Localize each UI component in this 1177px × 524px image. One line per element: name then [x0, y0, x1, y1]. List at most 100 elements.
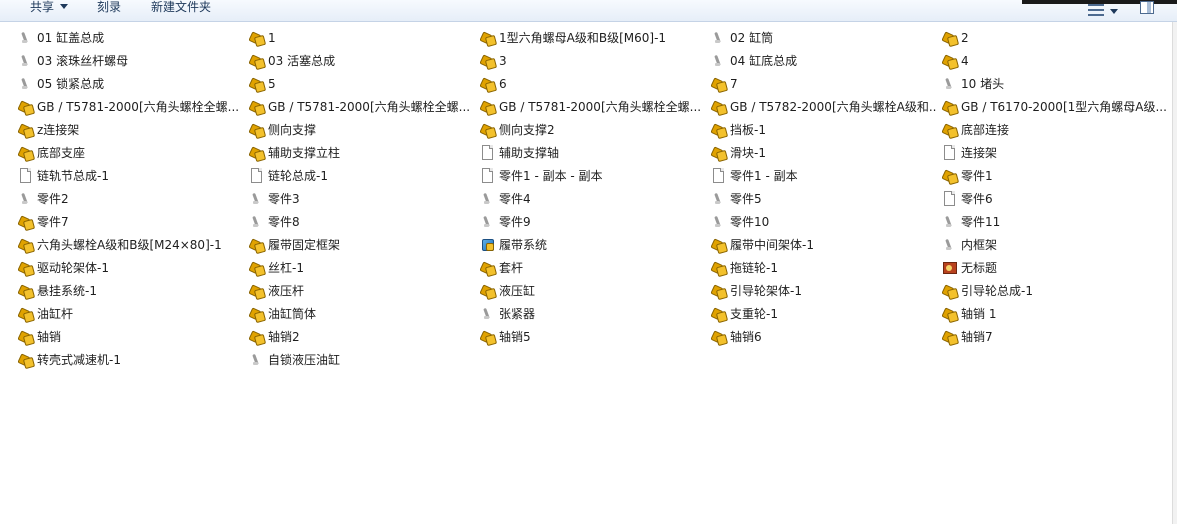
file-item[interactable]: GB / T6170-2000[1型六角螺母A级... — [942, 97, 1168, 117]
file-item[interactable]: 零件11 — [942, 212, 1168, 232]
file-item[interactable]: 链轮总成-1 — [249, 166, 475, 186]
file-item[interactable]: 连接架 — [942, 143, 1168, 163]
file-item[interactable]: 转壳式减速机-1 — [18, 350, 244, 370]
part-file-icon — [711, 53, 727, 69]
file-item[interactable]: 六角头螺栓A级和B级[M24×80]-1 — [18, 235, 244, 255]
file-item[interactable]: 轴销 1 — [942, 304, 1168, 324]
file-item[interactable]: 零件1 — [942, 166, 1168, 186]
file-item[interactable]: 7 — [711, 74, 937, 94]
file-item[interactable]: GB / T5782-2000[六角头螺栓A级和... — [711, 97, 937, 117]
file-item[interactable]: 04 缸底总成 — [711, 51, 937, 71]
file-item[interactable]: 支重轮-1 — [711, 304, 937, 324]
assembly-file-icon — [249, 306, 265, 322]
assembly-file-icon — [942, 53, 958, 69]
assembly-file-icon — [480, 122, 496, 138]
file-item[interactable]: 履带中间架体-1 — [711, 235, 937, 255]
file-item[interactable]: 悬挂系统-1 — [18, 281, 244, 301]
file-item[interactable]: GB / T5781-2000[六角头螺栓全螺... — [249, 97, 475, 117]
file-item[interactable]: 套杆 — [480, 258, 706, 278]
file-item[interactable]: 零件4 — [480, 189, 706, 209]
file-item[interactable]: 轴销5 — [480, 327, 706, 347]
file-item[interactable]: 零件6 — [942, 189, 1168, 209]
document-file-icon — [942, 145, 958, 161]
file-item[interactable]: 拖链轮-1 — [711, 258, 937, 278]
preview-pane-icon[interactable] — [1140, 1, 1154, 14]
file-item[interactable]: 3 — [480, 51, 706, 71]
file-item[interactable]: 1型六角螺母A级和B级[M60]-1 — [480, 28, 706, 48]
assembly-file-icon — [480, 283, 496, 299]
file-item[interactable]: 5 — [249, 74, 475, 94]
file-item[interactable]: 零件1 - 副本 — [711, 166, 937, 186]
file-item[interactable]: 底部连接 — [942, 120, 1168, 140]
file-item[interactable]: 零件7 — [18, 212, 244, 232]
file-item[interactable]: 6 — [480, 74, 706, 94]
file-item[interactable]: 零件8 — [249, 212, 475, 232]
file-item[interactable]: 滑块-1 — [711, 143, 937, 163]
file-item[interactable]: 油缸杆 — [18, 304, 244, 324]
file-item[interactable]: 液压缸 — [480, 281, 706, 301]
file-item[interactable]: 履带系统 — [480, 235, 706, 255]
file-item[interactable]: GB / T5781-2000[六角头螺栓全螺... — [480, 97, 706, 117]
file-item[interactable]: 03 滚珠丝杆螺母 — [18, 51, 244, 71]
file-item[interactable]: 链轨节总成-1 — [18, 166, 244, 186]
part-file-icon — [480, 214, 496, 230]
file-item[interactable]: 02 缸筒 — [711, 28, 937, 48]
file-name: z连接架 — [37, 123, 80, 137]
view-options-icon[interactable] — [1088, 4, 1104, 16]
burn-button[interactable]: 刻录 — [97, 0, 121, 16]
assembly-file-icon — [249, 30, 265, 46]
file-item[interactable]: 2 — [942, 28, 1168, 48]
file-item[interactable]: 无标题 — [942, 258, 1168, 278]
part-file-icon — [942, 214, 958, 230]
file-name: 7 — [730, 77, 738, 91]
file-item[interactable]: 01 缸盖总成 — [18, 28, 244, 48]
file-item[interactable]: 侧向支撑2 — [480, 120, 706, 140]
file-item[interactable]: 零件9 — [480, 212, 706, 232]
file-item[interactable]: 引导轮架体-1 — [711, 281, 937, 301]
file-item[interactable]: 零件1 - 副本 - 副本 — [480, 166, 706, 186]
file-item[interactable]: 挡板-1 — [711, 120, 937, 140]
file-item[interactable]: 履带固定框架 — [249, 235, 475, 255]
file-item[interactable]: 驱动轮架体-1 — [18, 258, 244, 278]
file-item[interactable]: 零件5 — [711, 189, 937, 209]
file-item[interactable]: z连接架 — [18, 120, 244, 140]
file-item[interactable]: 轴销6 — [711, 327, 937, 347]
file-item[interactable]: GB / T5781-2000[六角头螺栓全螺... — [18, 97, 244, 117]
file-item[interactable]: 零件10 — [711, 212, 937, 232]
assembly-file-icon — [249, 237, 265, 253]
file-item[interactable]: 辅助支撑立柱 — [249, 143, 475, 163]
file-name: 5 — [268, 77, 276, 91]
share-button-label: 共享 — [30, 0, 55, 14]
file-item[interactable]: 引导轮总成-1 — [942, 281, 1168, 301]
file-name: 辅助支撑轴 — [499, 146, 560, 160]
file-name: GB / T5781-2000[六角头螺栓全螺... — [268, 100, 471, 114]
file-item[interactable]: 液压杆 — [249, 281, 475, 301]
assembly-file-icon — [480, 329, 496, 345]
vertical-scrollbar[interactable] — [1172, 22, 1177, 524]
file-item[interactable]: 轴销7 — [942, 327, 1168, 347]
file-item[interactable]: 辅助支撑轴 — [480, 143, 706, 163]
file-item[interactable]: 油缸筒体 — [249, 304, 475, 324]
file-item[interactable]: 轴销 — [18, 327, 244, 347]
view-options-dropdown[interactable] — [1110, 5, 1118, 19]
file-item[interactable]: 零件3 — [249, 189, 475, 209]
new-folder-button[interactable]: 新建文件夹 — [151, 0, 211, 16]
file-item[interactable]: 零件2 — [18, 189, 244, 209]
file-item[interactable]: 轴销2 — [249, 327, 475, 347]
share-button[interactable]: 共享 — [30, 0, 69, 16]
file-name: 6 — [499, 77, 507, 91]
part-file-icon — [18, 53, 34, 69]
file-item[interactable]: 4 — [942, 51, 1168, 71]
file-name: 零件11 — [961, 215, 1001, 229]
file-item[interactable]: 05 锁紧总成 — [18, 74, 244, 94]
file-item[interactable]: 丝杠-1 — [249, 258, 475, 278]
file-item[interactable]: 内框架 — [942, 235, 1168, 255]
file-item[interactable]: 侧向支撑 — [249, 120, 475, 140]
assembly-file-icon — [249, 145, 265, 161]
file-item[interactable]: 03 活塞总成 — [249, 51, 475, 71]
file-item[interactable]: 自锁液压油缸 — [249, 350, 475, 370]
file-item[interactable]: 1 — [249, 28, 475, 48]
file-item[interactable]: 张紧器 — [480, 304, 706, 324]
file-item[interactable]: 底部支座 — [18, 143, 244, 163]
file-item[interactable]: 10 堵头 — [942, 74, 1168, 94]
